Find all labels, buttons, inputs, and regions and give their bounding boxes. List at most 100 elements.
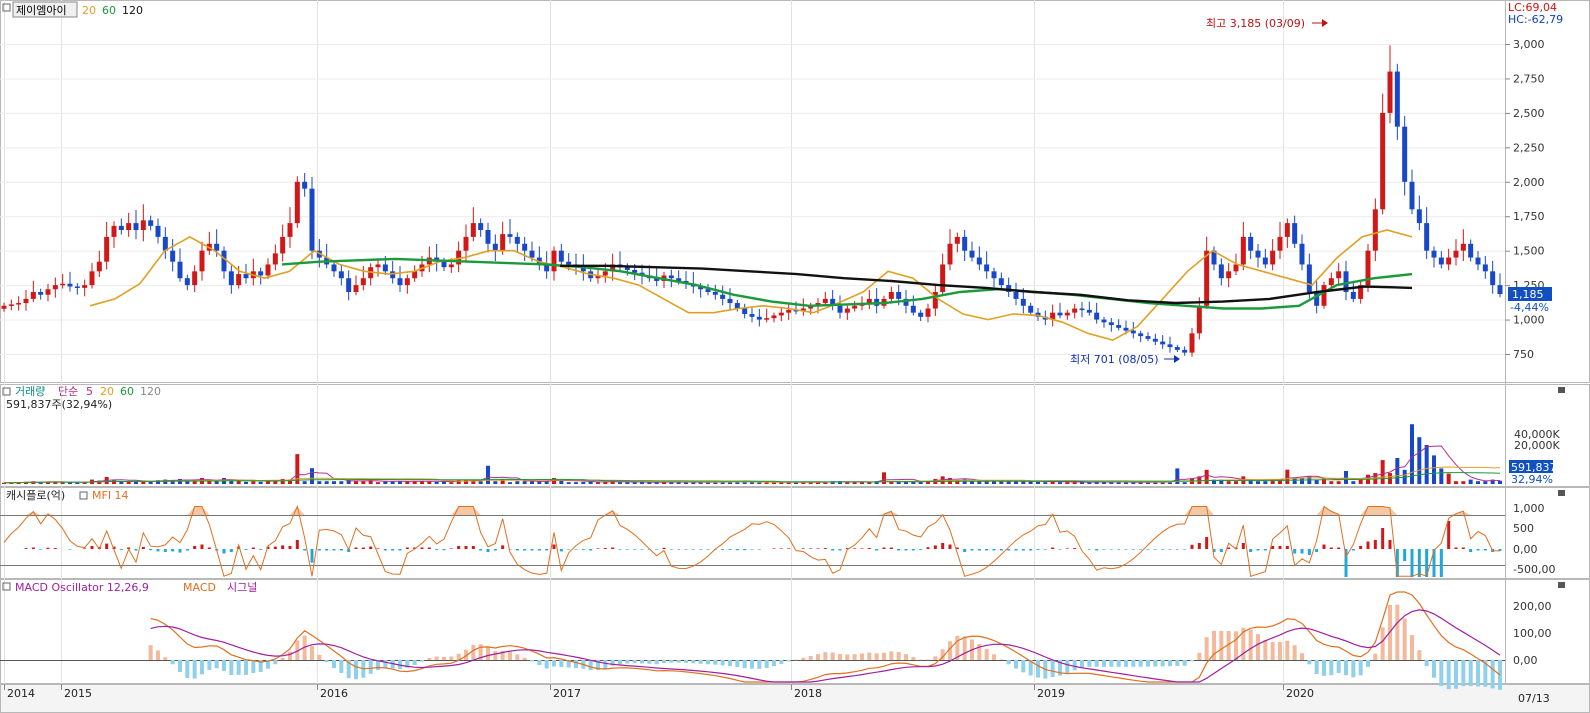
macd-osc-bar: [698, 660, 703, 664]
volume-bar: [493, 481, 498, 484]
cashflow-bar: [1117, 549, 1121, 550]
candle-body: [192, 271, 198, 286]
macd-osc-bar: [691, 660, 696, 664]
macd-osc-bar: [962, 636, 967, 660]
candle-body: [1020, 298, 1026, 306]
volume-bar: [530, 481, 534, 484]
cashflow-bar: [941, 543, 945, 549]
macd-osc-bar: [493, 651, 498, 660]
volume-bar: [1395, 458, 1400, 484]
candle-body: [441, 261, 447, 268]
volume-bar: [310, 468, 314, 484]
price-tick-label: 2,500: [1513, 107, 1545, 120]
cashflow-bar: [537, 549, 541, 551]
macd-osc-bar: [1138, 660, 1143, 667]
candle-body: [896, 292, 902, 299]
year-label: 2018: [794, 687, 822, 700]
macd-osc-bar: [214, 660, 219, 669]
volume-bar: [1417, 437, 1422, 484]
volume-bar: [1329, 481, 1334, 484]
cashflow-bar: [376, 548, 380, 549]
macd-osc-bar: [603, 660, 608, 669]
cashflow-bar: [361, 547, 365, 549]
cashflow-bar: [1087, 549, 1091, 550]
cashflow-bar: [222, 549, 226, 554]
candle-body: [265, 264, 271, 276]
cashflow-bar: [1373, 540, 1377, 549]
macd-oscillator-bars: [148, 604, 1502, 690]
candle-body: [1072, 308, 1078, 313]
stock-chart[interactable]: 제이엠아이 20 60 120 LC:69,04 HC:-62,79 3,000…: [0, 0, 1590, 713]
candle-body: [529, 250, 535, 258]
macd-osc-bar: [992, 654, 996, 660]
candle-body: [1321, 285, 1327, 306]
svg-text:MACD: MACD: [183, 581, 216, 594]
candle-body: [126, 223, 132, 230]
candle-body: [991, 271, 997, 279]
macd-panel-toggle[interactable]: [1558, 582, 1565, 588]
cashflow-bar: [948, 544, 952, 549]
macd-osc-bar: [156, 650, 160, 660]
macd-osc-bar: [1285, 640, 1290, 660]
price-tick-label: 2,250: [1513, 141, 1545, 154]
candle-body: [962, 236, 968, 251]
volume-bar: [1036, 481, 1040, 484]
macd-osc-bar: [1424, 660, 1429, 667]
candle-body: [1218, 264, 1224, 279]
macd-osc-bar: [1300, 653, 1304, 660]
cashflow-bar: [295, 540, 299, 549]
candle-body: [1497, 285, 1503, 295]
macd-osc-bar: [1065, 660, 1070, 674]
cashflow-bar: [1271, 546, 1275, 549]
cashflow-bar: [860, 548, 864, 549]
cashflow-bar: [677, 549, 681, 550]
cashflow-bar: [1476, 549, 1480, 551]
svg-text:MFI 14: MFI 14: [92, 489, 129, 502]
candle-body: [148, 220, 154, 226]
cashflow-bar: [875, 549, 879, 551]
candle-body: [23, 298, 29, 304]
candle-body: [1284, 223, 1290, 237]
cashflow-bar: [281, 545, 285, 549]
candle-body: [551, 250, 557, 272]
cashflow-bar: [486, 549, 490, 552]
panel-frames: [0, 0, 1590, 713]
volume-bar: [1461, 481, 1466, 484]
candle-body: [236, 274, 242, 286]
candle-body: [514, 236, 520, 244]
candle-body: [1402, 126, 1408, 182]
macd-osc-bar: [1219, 630, 1224, 660]
candle-body: [1292, 223, 1298, 244]
macd-osc-bar: [625, 660, 630, 664]
candle-body: [1387, 71, 1393, 113]
svg-text:20: 20: [100, 385, 114, 398]
macd-osc-bar: [1197, 652, 1202, 660]
cashflow-bar: [1263, 549, 1267, 551]
macd-osc-bar: [1490, 660, 1495, 689]
macd-osc-bar: [786, 660, 791, 662]
macd-osc-bar: [1204, 637, 1209, 660]
candle-body: [1438, 257, 1444, 265]
cashflow-bar: [699, 549, 703, 550]
macd-osc-bar: [896, 652, 901, 660]
macd-osc-bar: [170, 660, 175, 665]
volume-bar: [1358, 479, 1363, 484]
candle-body: [969, 250, 975, 258]
candle-body: [1204, 250, 1210, 306]
volume-bar: [486, 465, 490, 484]
cashflow-bar: [963, 549, 967, 552]
candle-body: [1255, 250, 1261, 258]
macd-osc-bar: [559, 660, 564, 667]
macd-osc-bar: [984, 649, 989, 660]
volume-bar: [258, 481, 263, 484]
volume-panel-toggle[interactable]: [1558, 387, 1565, 393]
macd-tick-label: 200,00: [1513, 600, 1552, 613]
cashflow-bar: [867, 548, 871, 549]
candle-body: [1409, 181, 1415, 210]
cashflow-bar: [904, 549, 908, 551]
macd-osc-bar: [280, 658, 285, 660]
cashflow-bar: [603, 548, 607, 549]
cashflow-bar: [31, 547, 35, 549]
macd-osc-bar: [1439, 660, 1444, 687]
cash-panel-toggle[interactable]: [1558, 490, 1565, 496]
